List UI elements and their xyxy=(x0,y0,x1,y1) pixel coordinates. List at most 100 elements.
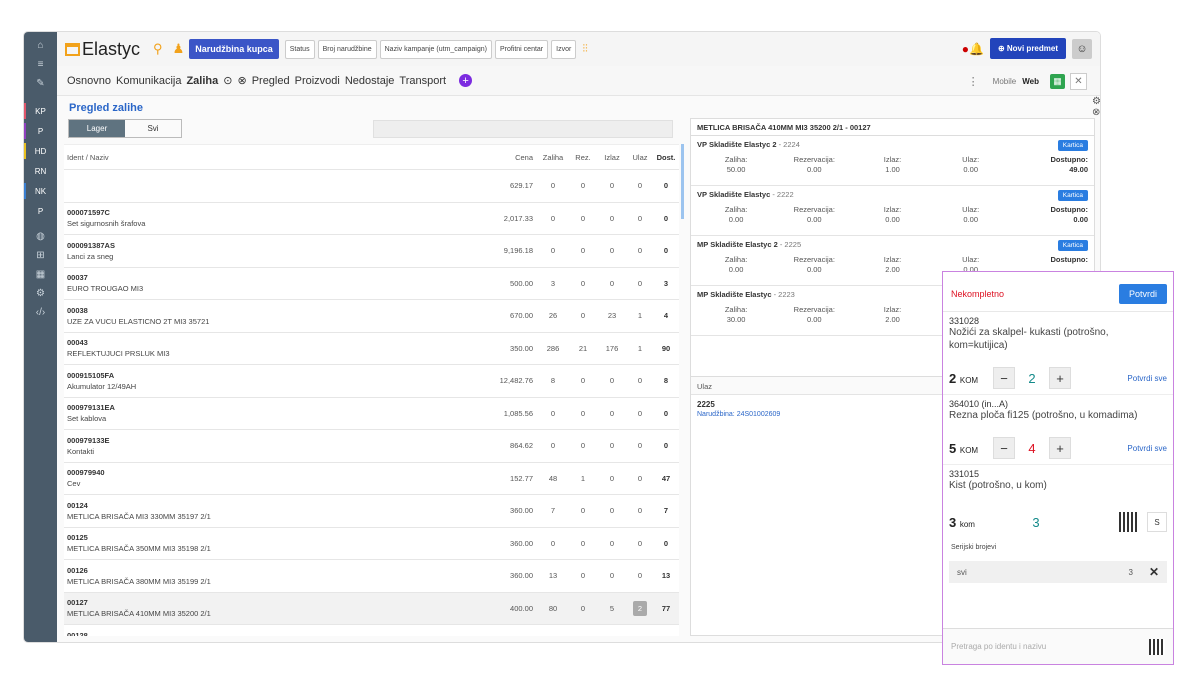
close-icon[interactable]: ✕ xyxy=(1149,565,1159,579)
rail-tag-nk[interactable]: NK xyxy=(24,181,57,201)
tab-proizvodi[interactable]: Proizvodi xyxy=(295,75,340,87)
picked-value[interactable]: 4 xyxy=(1015,441,1049,456)
scrollbar[interactable] xyxy=(681,144,684,219)
table-row[interactable]: 00127 METLICA BRISAČA 410MM MI3 35200 2/1… xyxy=(64,592,679,625)
table-row[interactable]: 00038 UZE ZA VUCU ELASTICNO 2T MI3 35721 … xyxy=(64,300,679,333)
order-type-button[interactable]: Narudžbina kupca xyxy=(189,39,279,59)
increment-button[interactable]: + xyxy=(1049,367,1071,389)
close-icon[interactable]: ✕ xyxy=(1070,73,1087,90)
confirm-all-button[interactable]: Potvrdi sve xyxy=(1127,444,1167,453)
item-cell: 00127 METLICA BRISAČA 410MM MI3 35200 2/1 xyxy=(64,598,487,618)
check-circle-icon[interactable]: ⊙ xyxy=(223,74,232,87)
campaign-filter[interactable]: Naziv kampanje (utm_campaign) xyxy=(379,39,492,59)
confirm-button[interactable]: Potvrdi xyxy=(1118,283,1167,304)
table-row[interactable]: 00128METLICA BRISACA 450MM MI3 35201 2/1… xyxy=(64,625,679,636)
table-row[interactable]: 00043 REFLEKTUJUCI PRSLUK MI3 350.00 286 … xyxy=(64,333,679,365)
rail-tag-kp[interactable]: KP xyxy=(24,101,57,121)
card-button[interactable]: Kartica xyxy=(1057,240,1088,251)
globe-icon[interactable]: ◍ xyxy=(24,227,57,246)
add-grid-icon[interactable]: ▦ xyxy=(1050,74,1065,89)
header-reserved[interactable]: Rez. xyxy=(569,153,597,162)
confirm-all-button[interactable]: Potvrdi sve xyxy=(1127,374,1167,383)
tab-osnovno[interactable]: Osnovno xyxy=(67,75,111,87)
close-circle-icon[interactable]: ⊗ xyxy=(237,74,246,87)
stock-cell: 13 xyxy=(548,571,558,581)
table-row[interactable]: 00124 METLICA BRISAČA MI3 330MM 35197 2/1… xyxy=(64,495,679,528)
serial-field[interactable]: svi 3 ✕ xyxy=(949,561,1167,583)
picked-value[interactable]: 2 xyxy=(1015,371,1049,386)
serial-button[interactable]: S xyxy=(1147,512,1167,532)
item-quantity: 5 KOM xyxy=(949,440,979,456)
order-number-filter[interactable]: Broj narudžbine xyxy=(317,39,377,59)
segment-svi[interactable]: Svi xyxy=(125,120,181,137)
segment-lager[interactable]: Lager xyxy=(69,120,125,137)
header-available[interactable]: Dost. xyxy=(653,153,679,162)
card-button[interactable]: Kartica xyxy=(1057,190,1088,201)
table-row[interactable]: 000979133E Kontakti 864.62 0 0 0 0 0 xyxy=(64,430,679,463)
table-row[interactable]: 00125 METLICA BRISAČA 350MM MI3 35198 2/1… xyxy=(64,528,679,560)
table-row[interactable]: 000071597C Set sigurnosnih šrafova 2,017.… xyxy=(64,203,679,235)
mobile-toggle[interactable]: Mobile xyxy=(993,77,1017,86)
status-filter[interactable]: Status xyxy=(284,39,315,59)
search-input[interactable]: Pretraga po identu i nazivu xyxy=(943,628,1173,664)
table-row[interactable]: 000091387AS Lanci za sneg 9,196.18 0 0 0 … xyxy=(64,235,679,268)
header-price[interactable]: Cena xyxy=(487,153,537,162)
status-badge: Nekompletno xyxy=(951,288,1005,299)
warehouse-name: VP Skladište Elastyc 2 - 2224 xyxy=(697,140,800,149)
decrement-button[interactable]: − xyxy=(993,437,1015,459)
code-icon[interactable]: ‹/› xyxy=(24,303,57,322)
tab-komunikacija[interactable]: Komunikacija xyxy=(116,75,181,87)
source-filter[interactable]: Izvor xyxy=(551,39,577,59)
avatar[interactable]: ☺ xyxy=(1072,38,1092,59)
item-code: 364010 (in...A) xyxy=(949,399,1009,409)
gear-icon[interactable]: ⚙ ⊗ xyxy=(1092,96,1100,118)
available-cell: 0 xyxy=(663,181,669,191)
tab-nedostaje[interactable]: Nedostaje xyxy=(345,75,395,87)
header-stock[interactable]: Zaliha xyxy=(537,153,569,162)
rail-tag-p[interactable]: P xyxy=(24,121,57,141)
equalizer-icon[interactable]: ⫶⫶ xyxy=(582,43,588,56)
table-row[interactable]: 00126 METLICA BRISAČA 380MM MI3 35199 2/1… xyxy=(64,560,679,593)
tab-zaliha[interactable]: Zaliha xyxy=(186,75,218,87)
list-icon[interactable]: ≡ xyxy=(24,55,57,74)
search-icon[interactable]: ⚲ xyxy=(153,41,163,57)
settings-icon[interactable]: ⚙ xyxy=(24,284,57,303)
qr-code-icon[interactable] xyxy=(1119,512,1139,532)
table-row[interactable]: 00037 EURO TROUGAO MI3 500.00 3 0 0 0 3 xyxy=(64,268,679,300)
notification-icon[interactable]: ●🔔 xyxy=(962,42,984,56)
profit-center-filter[interactable]: Profitni centar xyxy=(494,39,549,59)
stock-cell: 0 xyxy=(550,246,556,256)
table-row[interactable]: 000979131EA Set kablova 1,085.56 0 0 0 0 … xyxy=(64,398,679,430)
grid-icon[interactable]: ▦ xyxy=(24,265,57,284)
header-in[interactable]: Ulaz xyxy=(627,153,653,162)
qr-code-icon[interactable] xyxy=(1149,638,1165,655)
header-name[interactable]: Ident / Naziv xyxy=(64,153,487,162)
user-icon[interactable]: ♟ xyxy=(173,41,185,57)
rail-tag-p2[interactable]: P xyxy=(24,201,57,221)
table-row[interactable]: 629.17 0 0 0 0 0 xyxy=(64,170,679,203)
available-cell: 3 xyxy=(663,278,669,288)
table-row[interactable]: 000979940 Cev 152.77 48 1 0 0 47 xyxy=(64,463,679,495)
tab-transport[interactable]: Transport xyxy=(399,75,446,87)
more-icon[interactable]: ⋮ xyxy=(968,75,979,88)
header-out[interactable]: Izlaz xyxy=(597,153,627,162)
decrement-button[interactable]: − xyxy=(993,367,1015,389)
table-row[interactable]: 000915105FA Akumulator 12/49AH 12,482.76 … xyxy=(64,365,679,398)
add-tab-icon[interactable]: + xyxy=(459,74,473,87)
rail-tag-hd[interactable]: HD xyxy=(24,141,57,161)
filter-input[interactable] xyxy=(373,120,673,138)
card-button[interactable]: Kartica xyxy=(1057,140,1088,151)
tab-pregled[interactable]: Pregled xyxy=(252,75,290,87)
cart-icon[interactable]: ⊞ xyxy=(24,246,57,265)
app-logo[interactable]: Elastyc xyxy=(65,39,140,60)
reserved-cell: 1 xyxy=(580,473,586,483)
increment-button[interactable]: + xyxy=(1049,437,1071,459)
reserved-cell: 0 xyxy=(580,278,586,288)
web-toggle[interactable]: Web xyxy=(1022,77,1039,86)
edit-icon[interactable]: ✎ xyxy=(24,74,57,93)
home-icon[interactable]: ⌂ xyxy=(24,36,57,55)
stock-table: Ident / Naziv Cena Zaliha Rez. Izlaz Ula… xyxy=(64,144,679,636)
new-item-button[interactable]: ⊕ Novi predmet xyxy=(989,38,1066,59)
rail-tag-rn[interactable]: RN xyxy=(24,161,57,181)
out-cell: 0 xyxy=(609,441,615,451)
